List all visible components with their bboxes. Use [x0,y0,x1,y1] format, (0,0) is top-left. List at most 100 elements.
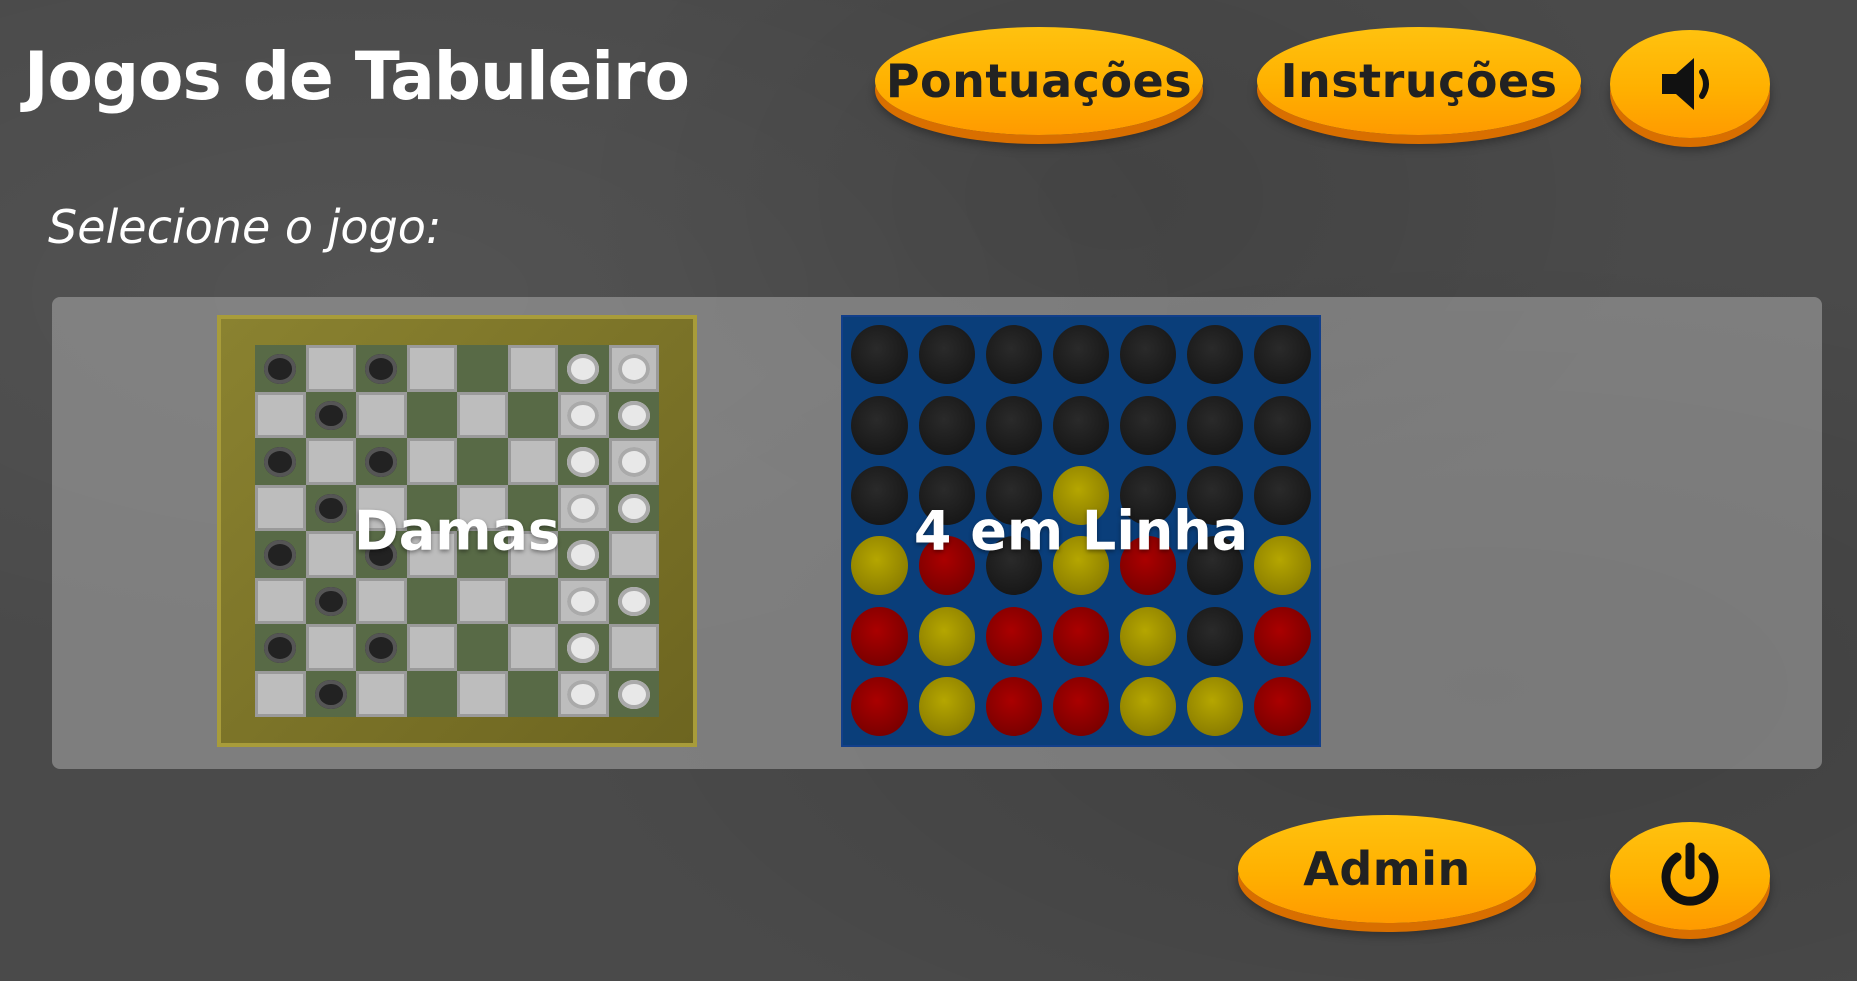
empty-slot [1052,325,1110,385]
instructions-button[interactable]: Instruções [1257,27,1581,135]
checkers-square [406,577,457,624]
empty-slot [851,325,908,385]
empty-slot [851,395,908,455]
checkers-square [305,391,356,438]
white-piece [617,447,650,477]
black-piece [314,679,347,710]
checkers-square [255,624,306,671]
yellow-disc [1187,677,1244,737]
checkers-square [255,438,306,485]
yellow-disc [1119,677,1177,737]
white-piece [567,586,600,617]
empty-slot [1187,606,1244,666]
checkers-square [356,577,407,624]
checkers-square [406,670,457,717]
checkers-square [558,577,609,624]
sound-toggle-button[interactable] [1610,30,1770,138]
checkers-square [507,438,558,485]
checkers-square [558,624,609,671]
game-card-4-em-linha[interactable]: 4 em Linha [841,315,1321,747]
checkers-square [608,670,659,717]
admin-button[interactable]: Admin [1238,815,1536,923]
checkers-square [457,624,508,671]
empty-slot [1119,395,1177,455]
black-piece [264,354,297,384]
checkers-square [507,345,558,392]
empty-slot [1254,395,1311,455]
checkers-square [406,391,457,438]
checkers-square [507,391,558,438]
checkers-square [507,670,558,717]
yellow-disc [918,606,975,666]
empty-slot [985,325,1043,385]
white-piece [617,679,650,710]
checkers-square [356,438,407,485]
checkers-square [356,624,407,671]
checkers-square [558,345,609,392]
black-piece [365,354,398,384]
speaker-icon [1662,58,1709,110]
checkers-square [558,391,609,438]
page-title: Jogos de Tabuleiro [24,38,690,115]
white-piece [567,400,600,431]
checkers-square [507,624,558,671]
checkers-square [457,345,508,392]
checkers-square [507,577,558,624]
checkers-square [558,670,609,717]
black-piece [264,633,297,663]
checkers-square [305,670,356,717]
checkers-square [457,670,508,717]
white-piece [617,586,650,617]
game-card-label: 4 em Linha [913,499,1249,563]
checkers-square [255,670,306,717]
checkers-square [305,438,356,485]
white-piece [567,679,600,710]
checkers-square [356,670,407,717]
checkers-square [356,345,407,392]
checkers-square [406,624,457,671]
red-disc [851,606,908,666]
red-disc [1254,677,1311,737]
game-card-label: Damas [353,499,561,563]
empty-slot [1254,325,1311,385]
checkers-square [608,624,659,671]
checkers-square [457,438,508,485]
power-icon [1661,842,1719,906]
checkers-square [406,345,457,392]
empty-slot [1052,395,1110,455]
instructions-button-label: Instruções [1280,54,1558,108]
black-piece [264,447,297,477]
checkers-square [305,577,356,624]
empty-slot [1119,325,1177,385]
red-disc [1052,677,1110,737]
black-piece [365,447,398,477]
scores-button-label: Pontuações [885,54,1193,108]
checkers-square [305,624,356,671]
checkers-square [457,577,508,624]
white-piece [567,354,600,384]
checkers-square [608,577,659,624]
scores-button[interactable]: Pontuações [875,27,1203,135]
game-card-damas[interactable]: Damas [217,315,697,747]
red-disc [1052,606,1110,666]
empty-slot [1187,395,1244,455]
checkers-square [608,345,659,392]
checkers-square [406,438,457,485]
empty-slot [985,395,1043,455]
red-disc [851,677,908,737]
checkers-square [255,345,306,392]
black-piece [314,400,347,431]
admin-button-label: Admin [1303,842,1471,896]
red-disc [1254,606,1311,666]
checkers-square [356,391,407,438]
game-selection-panel: Damas 4 em Linha [52,297,1822,769]
white-piece [617,354,650,384]
power-button[interactable] [1610,822,1770,930]
checkers-square [457,391,508,438]
select-game-prompt: Selecione o jogo: [48,200,442,254]
checkers-square [608,391,659,438]
checkers-square [558,438,609,485]
empty-slot [918,395,975,455]
red-disc [985,606,1043,666]
yellow-disc [1119,606,1177,666]
